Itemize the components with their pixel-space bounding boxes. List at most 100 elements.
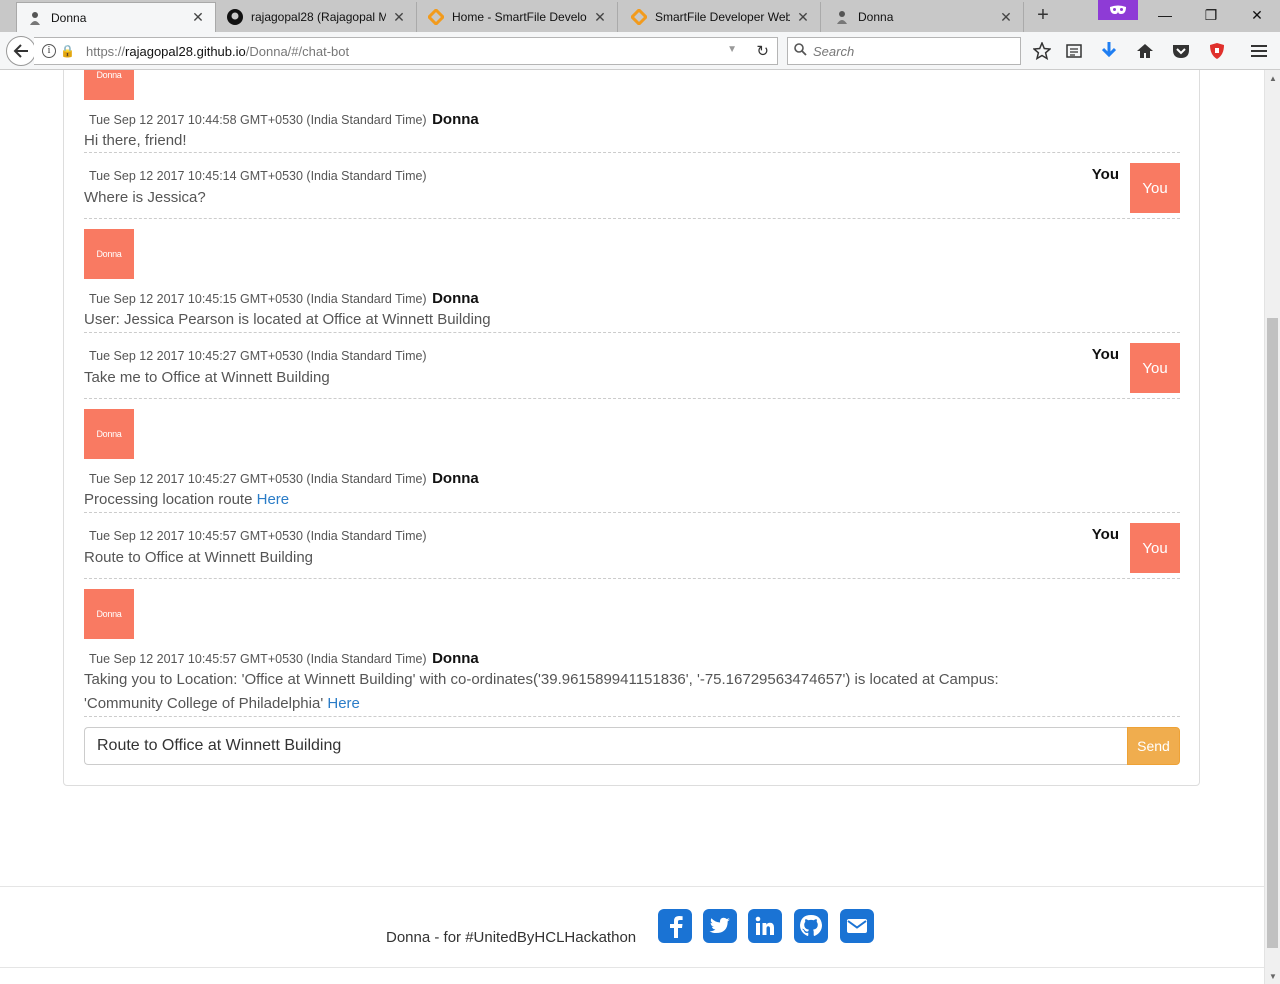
close-icon[interactable]: ✕ — [999, 9, 1013, 26]
tab-label: Donna — [858, 10, 894, 24]
scrollbar-thumb[interactable] — [1267, 318, 1278, 948]
page-footer: Donna - for #UnitedByHCLHackathon — [0, 886, 1264, 968]
bookmark-star-icon[interactable] — [1030, 40, 1054, 62]
back-button[interactable] — [6, 36, 36, 66]
message-timestamp: Tue Sep 12 2017 10:45:15 GMT+0530 (India… — [89, 292, 427, 306]
search-input[interactable]: Search — [787, 37, 1021, 65]
tab-label: rajagopal28 (Rajagopal M) — [251, 10, 386, 24]
info-icon[interactable]: i — [42, 44, 56, 58]
shield-addon-icon[interactable] — [1205, 40, 1229, 62]
message-text: User: Jessica Pearson is located at Offi… — [84, 311, 491, 328]
bot-avatar: Donna — [84, 70, 134, 100]
warning-lock-icon: 🔒 — [60, 44, 75, 58]
message-text: Processing location route Here — [84, 488, 1180, 512]
message-text: Take me to Office at Winnett Building — [84, 369, 330, 386]
message-timestamp: Tue Sep 12 2017 10:45:27 GMT+0530 (India… — [89, 472, 427, 486]
footer-text: Donna - for #UnitedByHCLHackathon — [386, 929, 637, 946]
scroll-up-arrow-icon[interactable]: ▲ — [1265, 70, 1280, 86]
reload-icon[interactable]: ↻ — [756, 42, 769, 60]
sender-name: Donna — [432, 111, 479, 128]
message-timestamp: Tue Sep 12 2017 10:44:58 GMT+0530 (India… — [89, 113, 427, 127]
message-meta: Tue Sep 12 2017 10:45:57 GMT+0530 (India… — [84, 650, 1180, 667]
github-icon[interactable] — [794, 909, 828, 943]
woman-favicon-icon — [27, 10, 43, 26]
close-icon[interactable]: ✕ — [191, 9, 205, 26]
page-scrollbar[interactable]: ▲ ▼ — [1264, 70, 1280, 984]
close-window-button[interactable]: ✕ — [1234, 0, 1280, 30]
url-scheme: https:// — [86, 43, 126, 59]
bot-avatar: Donna — [84, 409, 134, 459]
tab-donna[interactable]: Donna ✕ — [16, 2, 216, 32]
bot-avatar: Donna — [84, 589, 134, 639]
chat-message-bot: Donna Tue Sep 12 2017 10:45:27 GMT+0530 … — [84, 399, 1180, 513]
tab-label: Home - SmartFile Develop — [452, 10, 587, 24]
sender-name: You — [1091, 526, 1119, 543]
site-info-icons[interactable]: i 🔒 — [34, 44, 86, 58]
chat-message-bot: Donna Tue Sep 12 2017 10:45:15 GMT+0530 … — [84, 219, 1180, 333]
tab-smartfile-web[interactable]: SmartFile Developer Web A ✕ — [621, 2, 821, 32]
chat-composer: Send — [84, 727, 1180, 765]
user-avatar: You — [1130, 163, 1180, 213]
twitter-icon[interactable] — [703, 909, 737, 943]
linkedin-icon[interactable] — [748, 909, 782, 943]
close-icon[interactable]: ✕ — [796, 9, 810, 26]
tab-label: SmartFile Developer Web A — [655, 10, 790, 24]
send-button[interactable]: Send — [1127, 727, 1180, 765]
tab-smartfile-home[interactable]: Home - SmartFile Develop ✕ — [418, 2, 618, 32]
tab-strip: Donna ✕ rajagopal28 (Rajagopal M) ✕ Home… — [0, 0, 1280, 32]
close-icon[interactable]: ✕ — [593, 9, 607, 26]
message-line-2-body: 'Community College of Philadelphia' — [84, 695, 324, 712]
home-icon[interactable] — [1133, 40, 1157, 62]
message-timestamp: Tue Sep 12 2017 10:45:57 GMT+0530 (India… — [89, 529, 427, 543]
message-body: Processing location route — [84, 491, 253, 508]
chat-message-bot: Donna Tue Sep 12 2017 10:45:57 GMT+0530 … — [84, 579, 1180, 717]
woman-favicon-icon — [834, 9, 850, 25]
chevron-down-icon[interactable]: ▼ — [727, 44, 737, 55]
navigation-toolbar: i 🔒 https://rajagopal28.github.io/Donna/… — [0, 32, 1280, 70]
download-icon[interactable] — [1097, 40, 1121, 62]
message-timestamp: Tue Sep 12 2017 10:45:57 GMT+0530 (India… — [89, 652, 427, 666]
minimize-button[interactable]: — — [1142, 0, 1188, 30]
message-line-2: 'Community College of Philadelphia' Here — [84, 692, 1180, 716]
chat-message-bot: Donna Tue Sep 12 2017 10:44:58 GMT+0530 … — [84, 70, 1180, 153]
menu-hamburger-icon[interactable] — [1247, 40, 1271, 62]
envelope-icon[interactable] — [840, 909, 874, 943]
sender-name: You — [1091, 346, 1119, 363]
pocket-icon[interactable] — [1169, 40, 1193, 62]
url-host: rajagopal28.github.io — [125, 43, 246, 59]
facebook-icon[interactable] — [658, 909, 692, 943]
tab-label: Donna — [51, 10, 87, 25]
message-meta: Tue Sep 12 2017 10:45:27 GMT+0530 (India… — [84, 470, 1180, 487]
chat-message-user: Tue Sep 12 2017 10:45:14 GMT+0530 (India… — [84, 153, 1180, 219]
message-input[interactable] — [84, 727, 1127, 765]
sender-name: Donna — [432, 650, 479, 667]
sender-name: Donna — [432, 290, 479, 307]
search-icon — [794, 43, 807, 59]
sender-name: Donna — [432, 470, 479, 487]
sender-name: You — [1091, 166, 1119, 183]
message-text: Hi there, friend! — [84, 132, 187, 149]
reading-list-icon[interactable] — [1062, 40, 1086, 62]
private-browsing-mask-icon — [1098, 0, 1138, 20]
message-timestamp: Tue Sep 12 2017 10:45:27 GMT+0530 (India… — [89, 349, 427, 363]
user-avatar: You — [1130, 343, 1180, 393]
message-line-1: Taking you to Location: 'Office at Winne… — [84, 671, 999, 688]
message-meta: Tue Sep 12 2017 10:44:58 GMT+0530 (India… — [84, 111, 1180, 128]
url-bar[interactable]: i 🔒 https://rajagopal28.github.io/Donna/… — [34, 37, 778, 65]
message-meta: Tue Sep 12 2017 10:45:15 GMT+0530 (India… — [84, 290, 1180, 307]
chat-message-user: Tue Sep 12 2017 10:45:27 GMT+0530 (India… — [84, 333, 1180, 399]
route-here-link[interactable]: Here — [257, 491, 290, 508]
new-tab-button[interactable]: + — [1030, 4, 1056, 28]
page-viewport: Donna Tue Sep 12 2017 10:44:58 GMT+0530 … — [0, 70, 1264, 984]
tab-donna-2[interactable]: Donna ✕ — [824, 2, 1024, 32]
search-placeholder: Search — [813, 43, 855, 59]
location-here-link[interactable]: Here — [327, 695, 360, 712]
restore-button[interactable]: ❐ — [1188, 0, 1234, 30]
scroll-down-arrow-icon[interactable]: ▼ — [1265, 968, 1280, 984]
message-text: Where is Jessica? — [84, 189, 206, 206]
bot-avatar: Donna — [84, 229, 134, 279]
tab-github[interactable]: rajagopal28 (Rajagopal M) ✕ — [217, 2, 417, 32]
message-text: Taking you to Location: 'Office at Winne… — [84, 668, 1180, 716]
close-icon[interactable]: ✕ — [392, 9, 406, 26]
user-avatar: You — [1130, 523, 1180, 573]
